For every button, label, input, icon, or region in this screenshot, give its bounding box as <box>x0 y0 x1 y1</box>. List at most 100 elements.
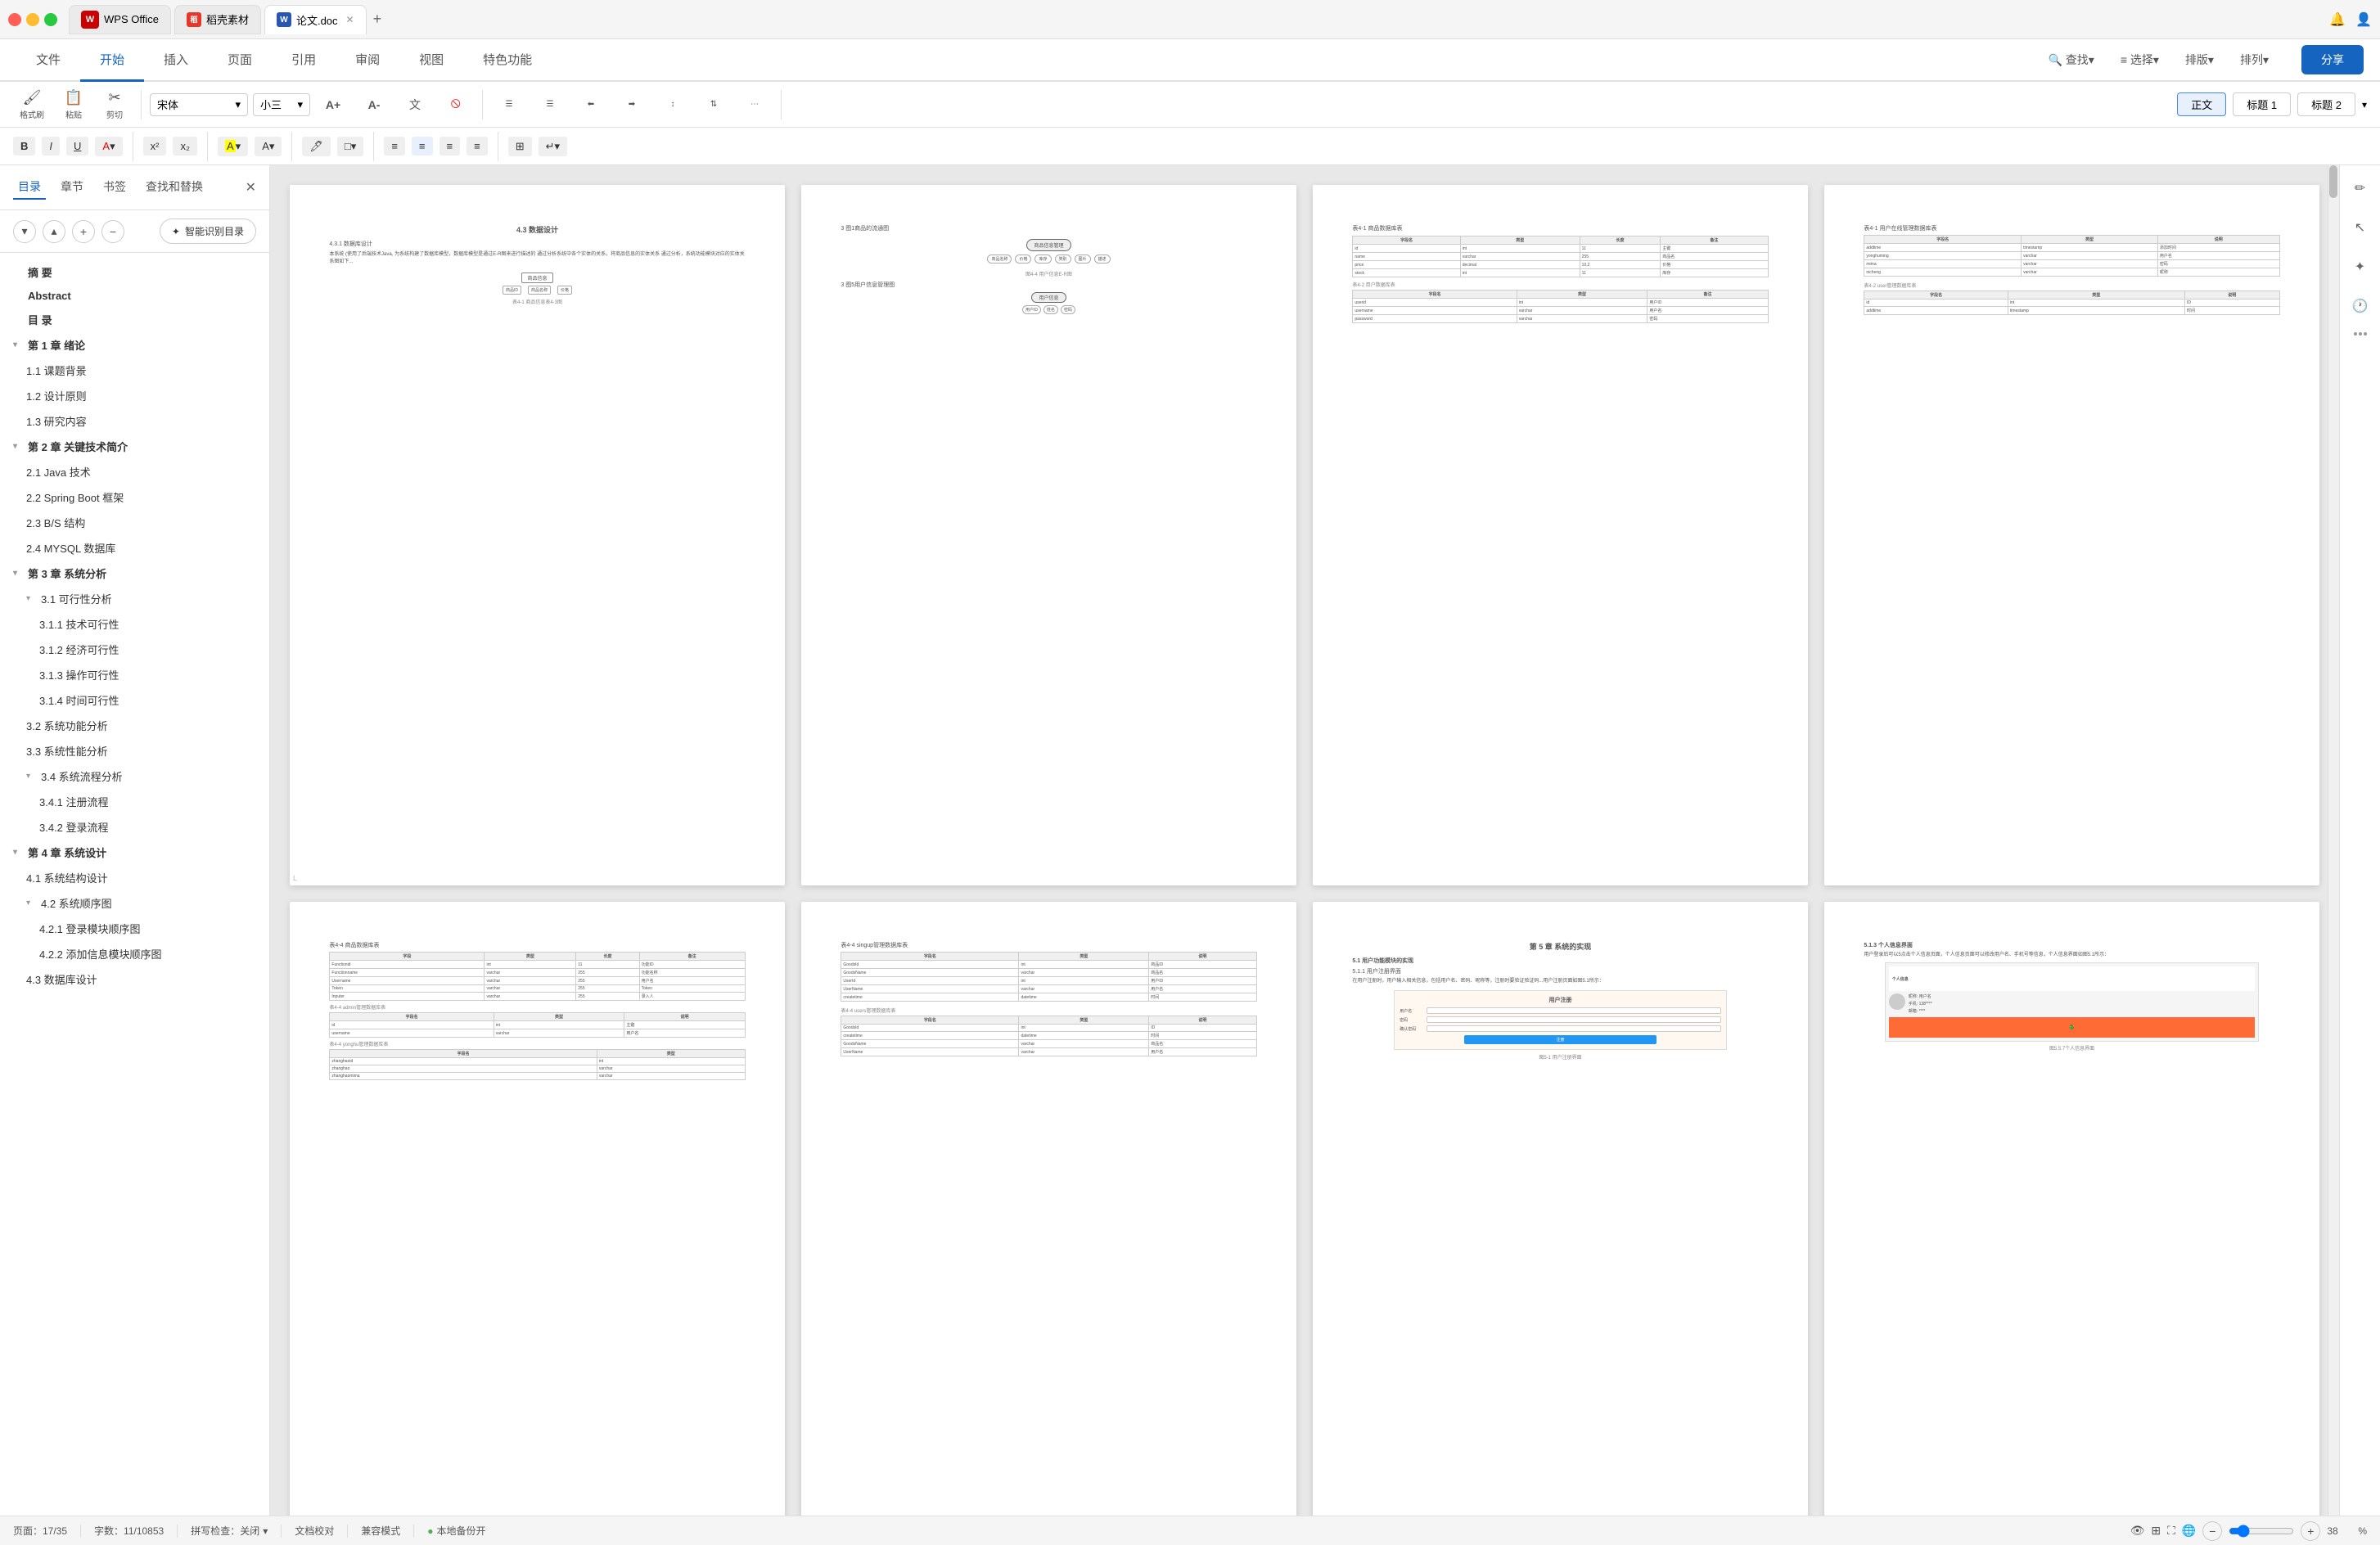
tab-daogou[interactable]: 稻 稻壳素材 <box>174 5 261 34</box>
toc-item-8[interactable]: 2.1 Java 技术 <box>0 459 269 484</box>
toc-remove-btn[interactable]: − <box>101 220 124 243</box>
toc-add-btn[interactable]: + <box>72 220 95 243</box>
toc-item-2[interactable]: 目 录 <box>0 307 269 332</box>
tab-page[interactable]: 页面 <box>208 39 272 82</box>
page-thumb-3[interactable]: 表4-1 商品数据库表 字段名 类型 长度 备注 idint11主键 namev… <box>1313 185 1808 885</box>
toc-item-14[interactable]: 3.1.1 技术可行性 <box>0 611 269 637</box>
share-button[interactable]: 分享 <box>2301 45 2364 74</box>
toc-item-23[interactable]: ▾第 4 章 系统设计 <box>0 840 269 865</box>
style-more-icon[interactable]: ▾ <box>2362 99 2367 110</box>
style-h2-btn[interactable]: 标题 2 <box>2297 92 2355 116</box>
tab-insert[interactable]: 插入 <box>144 39 208 82</box>
toc-item-0[interactable]: 摘 要 <box>0 259 269 285</box>
tab-file[interactable]: 文件 <box>16 39 80 82</box>
tab-view[interactable]: 视图 <box>399 39 463 82</box>
underline-btn[interactable]: U <box>66 137 88 155</box>
tab-doc-close[interactable]: ✕ <box>346 14 354 25</box>
toc-item-7[interactable]: ▾第 2 章 关键技术简介 <box>0 434 269 459</box>
compat-mode[interactable]: 兼容模式 <box>361 1524 400 1538</box>
view-icon1[interactable]: 👁 <box>2130 1524 2145 1538</box>
increase-font-btn[interactable]: A+ <box>315 95 351 115</box>
col-btn[interactable]: ⊞ <box>508 137 532 156</box>
text-color-btn[interactable]: A▾ <box>255 137 282 156</box>
tab-start[interactable]: 开始 <box>80 39 144 82</box>
style-h1-btn[interactable]: 标题 1 <box>2233 92 2291 116</box>
font-name-selector[interactable]: 宋体 ▾ <box>150 93 248 116</box>
toc-item-5[interactable]: 1.2 设计原则 <box>0 383 269 408</box>
toc-item-16[interactable]: 3.1.3 操作可行性 <box>0 662 269 687</box>
decrease-font-btn[interactable]: A- <box>356 95 392 115</box>
list-ordered-btn[interactable]: ☰ <box>532 97 568 112</box>
zoom-in-btn[interactable]: + <box>2301 1521 2320 1541</box>
tab-review[interactable]: 审阅 <box>336 39 399 82</box>
toc-item-27[interactable]: 4.2.2 添加信息模块顺序图 <box>0 941 269 966</box>
globe-icon[interactable]: 🌐 <box>2182 1524 2196 1538</box>
indent-right-btn[interactable]: ➡ <box>614 97 650 112</box>
toc-item-6[interactable]: 1.3 研究内容 <box>0 408 269 434</box>
align-center-btn[interactable]: ≡ <box>412 137 433 155</box>
font-size-selector[interactable]: 小三 ▾ <box>253 93 310 116</box>
sidebar-tab-chapter[interactable]: 章节 <box>56 175 88 200</box>
layout-btn[interactable]: 排版▾ <box>2185 52 2214 68</box>
highlight-btn[interactable]: A▾ <box>218 137 248 156</box>
toc-item-17[interactable]: 3.1.4 时间可行性 <box>0 687 269 713</box>
tab-doc[interactable]: W 论文.doc ✕ <box>264 5 367 34</box>
toc-item-20[interactable]: ▾3.4 系统流程分析 <box>0 763 269 789</box>
zoom-out-btn[interactable]: − <box>2202 1521 2222 1541</box>
right-edit-btn[interactable]: ✏ <box>2347 175 2373 201</box>
toc-item-11[interactable]: 2.4 MYSQL 数据库 <box>0 535 269 561</box>
clear-format-btn[interactable]: 🚫 <box>438 97 474 112</box>
toc-item-12[interactable]: ▾第 3 章 系统分析 <box>0 561 269 586</box>
more-btn[interactable]: ⋯ <box>737 97 773 112</box>
list-unordered-btn[interactable]: ☰ <box>491 97 527 112</box>
right-pointer-btn[interactable]: ↖ <box>2347 214 2373 241</box>
sidebar-tab-toc[interactable]: 目录 <box>13 175 46 200</box>
toc-item-4[interactable]: 1.1 课题背景 <box>0 358 269 383</box>
subscript-btn[interactable]: x₂ <box>173 137 197 155</box>
format-painter-btn[interactable]: 🖌 格式刷 <box>13 86 51 124</box>
sort-btn[interactable]: ⇅ <box>696 97 732 112</box>
cut-btn[interactable]: ✂ 剪切 <box>97 86 133 124</box>
toc-item-3[interactable]: ▾第 1 章 绪论 <box>0 332 269 358</box>
align-left-btn[interactable]: ≡ <box>384 137 405 155</box>
doc-review[interactable]: 文档校对 <box>295 1524 334 1538</box>
toc-item-13[interactable]: ▾3.1 可行性分析 <box>0 586 269 611</box>
toc-item-10[interactable]: 2.3 B/S 结构 <box>0 510 269 535</box>
page-thumb-1[interactable]: 4.3 数据设计 4.3.1 数据库设计 本系统 (使用了后端技术Java, 为… <box>290 185 785 885</box>
full-icon[interactable]: ⛶ <box>2167 1524 2175 1538</box>
border-btn[interactable]: □▾ <box>337 137 363 156</box>
superscript-btn[interactable]: x² <box>143 137 167 155</box>
toc-item-28[interactable]: 4.3 数据库设计 <box>0 966 269 992</box>
arrange-btn[interactable]: 排列▾ <box>2240 52 2269 68</box>
page-thumb-7[interactable]: 第 5 章 系统的实现 5.1 用户功能模块的实现 5.1.1 用户注册界面 在… <box>1313 902 1808 1516</box>
tab-reference[interactable]: 引用 <box>272 39 336 82</box>
line-spacing-btn[interactable]: ↕ <box>655 97 691 112</box>
account-icon[interactable]: 👤 <box>2355 11 2372 28</box>
change-case-btn[interactable]: 文 <box>397 93 433 116</box>
align-right-btn[interactable]: ≡ <box>439 137 461 155</box>
view-icon2[interactable]: ⊞ <box>2151 1524 2161 1538</box>
toc-item-25[interactable]: ▾4.2 系统顺序图 <box>0 890 269 916</box>
bold-btn[interactable]: B <box>13 137 35 155</box>
sidebar-tab-bookmark[interactable]: 书签 <box>98 175 131 200</box>
sidebar-close-btn[interactable]: ✕ <box>246 179 256 196</box>
toc-item-26[interactable]: 4.2.1 登录模块顺序图 <box>0 916 269 941</box>
indent-btn[interactable]: ↵▾ <box>539 137 567 156</box>
fullscreen-dot[interactable] <box>44 13 57 26</box>
style-normal-btn[interactable]: 正文 <box>2177 92 2226 116</box>
spell-check[interactable]: 拼写检查：关闭▾ <box>191 1524 268 1538</box>
notification-icon[interactable]: 🔔 <box>2329 11 2346 28</box>
page-thumb-6[interactable]: 表4-4 singup管理数据库表 字段名 类型 说明 GoodsIdint商品… <box>801 902 1296 1516</box>
page-thumb-4[interactable]: 表4-1 用户在线管理数据库表 字段名 类型 说明 addtimetimesta… <box>1824 185 2319 885</box>
page-thumb-8[interactable]: 5.1.3 个人信息界面 用户登录后可以5点击个人信息页面，个人信息页面可以修改… <box>1824 902 2319 1516</box>
toc-item-15[interactable]: 3.1.2 经济可行性 <box>0 637 269 662</box>
right-more-dots[interactable] <box>2354 332 2367 336</box>
zoom-slider[interactable] <box>2229 1525 2294 1538</box>
toc-item-22[interactable]: 3.4.2 登录流程 <box>0 814 269 840</box>
smart-toc-btn[interactable]: ✦ 智能识别目录 <box>160 218 256 244</box>
scrollbar[interactable] <box>2328 165 2339 1516</box>
toc-item-24[interactable]: 4.1 系统结构设计 <box>0 865 269 890</box>
font-color-btn[interactable]: A▾ <box>95 137 122 156</box>
align-justify-btn[interactable]: ≡ <box>467 137 488 155</box>
indent-left-btn[interactable]: ⬅ <box>573 97 609 112</box>
